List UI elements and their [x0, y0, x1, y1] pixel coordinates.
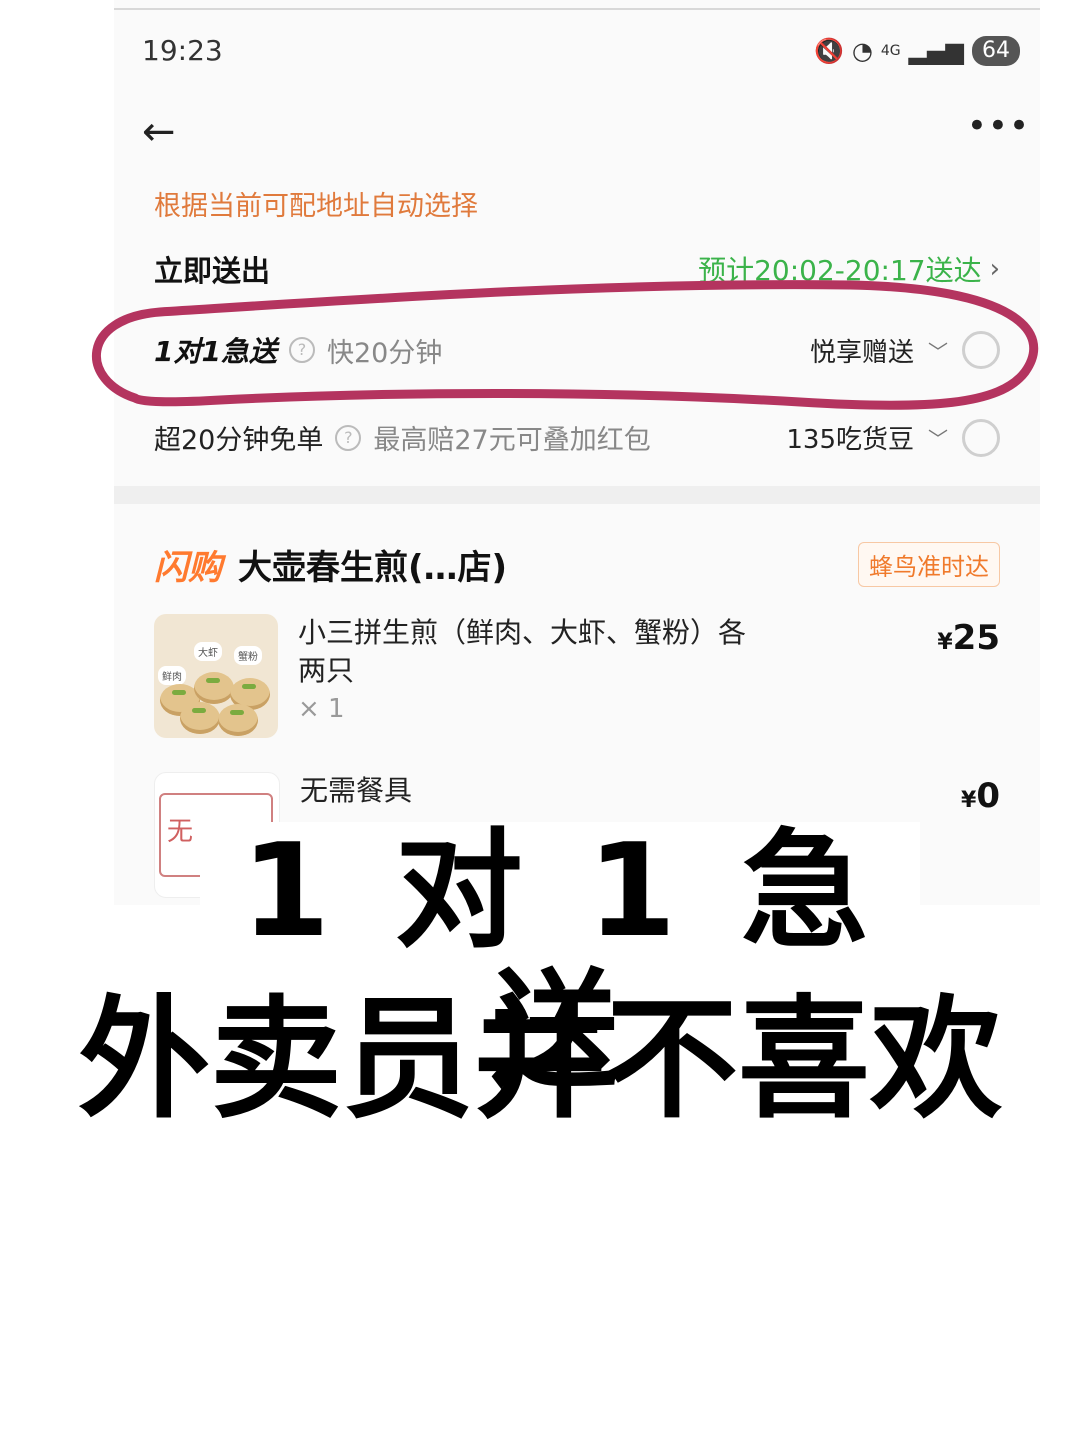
- annotation-circle: [91, 280, 1039, 410]
- overlay-subheadline: 外卖员并不喜欢: [78, 983, 1002, 1137]
